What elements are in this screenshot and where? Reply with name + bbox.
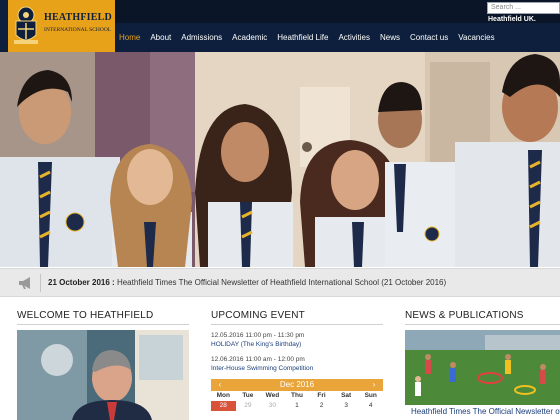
nav-item-activities[interactable]: Activities <box>338 33 370 42</box>
logo-subtitle: INTERNATIONAL SCHOOL <box>44 27 112 33</box>
news-ticker: 21 October 2016 : Heathfield Times The O… <box>0 268 560 297</box>
crest-icon <box>14 6 38 44</box>
events-title-rule <box>211 324 383 325</box>
hero-photo[interactable] <box>0 52 560 267</box>
nav-item-heathfield-life[interactable]: Heathfield Life <box>277 33 328 42</box>
ticker-divider <box>40 274 41 292</box>
news-title: NEWS & PUBLICATIONS <box>405 310 524 321</box>
nav-item-home[interactable]: Home <box>119 33 140 42</box>
nav-item-about[interactable]: About <box>150 33 171 42</box>
school-logo[interactable]: HEATHFIELD INTERNATIONAL SCHOOL <box>8 0 115 52</box>
nav-item-news[interactable]: News <box>380 33 400 42</box>
ticker-item[interactable]: 21 October 2016 : Heathfield Times The O… <box>48 278 446 287</box>
page: HEATHFIELD INTERNATIONAL SCHOOL Search .… <box>0 0 560 420</box>
weekday-label: Sat <box>341 392 352 399</box>
calendar-day[interactable]: 28 <box>211 401 236 411</box>
news-caption-link[interactable]: Heathfield Times The Official Newsletter… <box>411 407 560 416</box>
calendar-month: Dec 2016 <box>279 380 315 389</box>
weekday-label: Wed <box>265 392 280 399</box>
event-link[interactable]: Inter-House Swimming Competition <box>211 365 313 372</box>
calendar-next-button[interactable]: › <box>367 379 381 391</box>
megaphone-icon <box>19 277 30 289</box>
event-time: 12.06.2016 11:00 am - 12:00 pm <box>211 356 305 363</box>
weekday-label: Sun <box>364 392 377 399</box>
nav-item-admissions[interactable]: Admissions <box>181 33 222 42</box>
calendar-header: ‹ Dec 2016 › <box>211 379 383 391</box>
logo-name: HEATHFIELD <box>44 12 112 23</box>
nav-item-contact-us[interactable]: Contact us <box>410 33 448 42</box>
weekday-label: Tue <box>242 392 254 399</box>
site-header: HEATHFIELD INTERNATIONAL SCHOOL Search .… <box>0 0 560 52</box>
calendar-day[interactable]: 4 <box>358 401 383 411</box>
calendar-prev-button[interactable]: ‹ <box>213 379 227 391</box>
ticker-date: 21 October 2016 : <box>48 278 115 287</box>
calendar-day[interactable]: 2 <box>309 401 334 411</box>
event-calendar: ‹ Dec 2016 › Mon Tue Wed Thu Fri Sat Sun… <box>211 379 383 420</box>
welcome-title-rule <box>17 324 189 325</box>
calendar-grid: Mon Tue Wed Thu Fri Sat Sun 28 29 30 1 2… <box>211 391 383 411</box>
event-time: 12.05.2016 11:00 pm - 11:30 pm <box>211 332 305 339</box>
calendar-day[interactable]: 29 <box>236 401 261 411</box>
weekday-label: Fri <box>317 392 326 399</box>
calendar-day[interactable]: 30 <box>260 401 285 411</box>
main-nav: Home About Admissions Academic Heathfiel… <box>115 23 501 52</box>
welcome-title: WELCOME TO HEATHFIELD <box>17 310 154 321</box>
search-input[interactable]: Search ... <box>487 2 560 14</box>
principal-photo[interactable] <box>17 330 189 420</box>
events-title: UPCOMING EVENT <box>211 310 305 321</box>
calendar-day[interactable]: 3 <box>334 401 359 411</box>
news-title-rule <box>405 324 560 325</box>
calendar-day[interactable]: 1 <box>285 401 310 411</box>
weekday-label: Thu <box>291 392 303 399</box>
event-link[interactable]: HOLIDAY (The King's Birthday) <box>211 341 301 348</box>
ticker-headline[interactable]: Heathfield Times The Official Newsletter… <box>117 278 446 287</box>
nav-item-vacancies[interactable]: Vacancies <box>458 33 494 42</box>
news-photo[interactable] <box>405 330 560 405</box>
region-link[interactable]: Heathfield UK. <box>488 16 536 23</box>
nav-item-academic[interactable]: Academic <box>232 33 267 42</box>
weekday-label: Mon <box>216 392 230 399</box>
